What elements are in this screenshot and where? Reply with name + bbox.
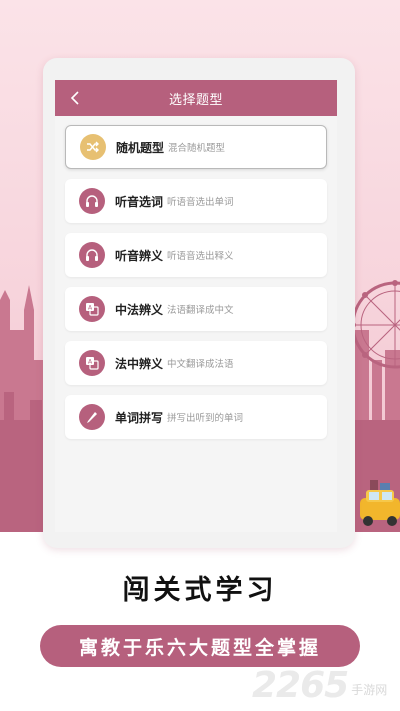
- option-name: 随机题型: [116, 140, 165, 155]
- option-description: 混合随机题型: [168, 143, 226, 154]
- option-name: 听音辨义: [115, 248, 164, 263]
- headphones-icon: [79, 188, 105, 214]
- option-chinese-french[interactable]: A 中法辨义 法语翻译成中文: [65, 287, 327, 331]
- option-word-spelling[interactable]: 单词拼写 拼写出听到的单词: [65, 395, 327, 439]
- watermark: 2265 手游网: [252, 665, 387, 706]
- option-random-type[interactable]: 随机题型 混合随机题型: [65, 125, 327, 169]
- option-description: 听语音选出释义: [167, 251, 234, 262]
- option-name: 中法辨义: [115, 302, 164, 317]
- page-title: 选择题型: [168, 92, 223, 108]
- promo-slogan-banner: 寓教于乐六大题型全掌握: [40, 625, 360, 667]
- option-description: 法语翻译成中文: [167, 305, 234, 316]
- header-bar: 选择题型: [55, 80, 337, 116]
- pencil-icon: [79, 404, 105, 430]
- translate-icon: A: [79, 350, 105, 376]
- translate-icon: A: [79, 296, 105, 322]
- option-french-chinese[interactable]: A 法中辨义 中文翻译成法语: [65, 341, 327, 385]
- chevron-left-icon: [70, 91, 79, 105]
- option-listen-choose-word[interactable]: 听音选词 听语音选出单词: [65, 179, 327, 223]
- back-button[interactable]: [65, 87, 85, 109]
- watermark-number: 2265: [252, 665, 349, 706]
- option-description: 听语音选出单词: [167, 197, 234, 208]
- headphones-icon: [79, 242, 105, 268]
- promo-slogan: 寓教于乐六大题型全掌握: [78, 636, 321, 659]
- watermark-site: 手游网: [351, 683, 388, 697]
- promo-headline: 闯关式学习: [122, 575, 278, 606]
- option-listen-meaning[interactable]: 听音辨义 听语音选出释义: [65, 233, 327, 277]
- option-description: 拼写出听到的单词: [167, 413, 244, 424]
- shuffle-icon: [80, 134, 106, 160]
- option-name: 听音选词: [115, 194, 164, 209]
- option-name: 单词拼写: [115, 410, 164, 425]
- option-name: 法中辨义: [115, 356, 164, 371]
- option-description: 中文翻译成法语: [167, 359, 234, 370]
